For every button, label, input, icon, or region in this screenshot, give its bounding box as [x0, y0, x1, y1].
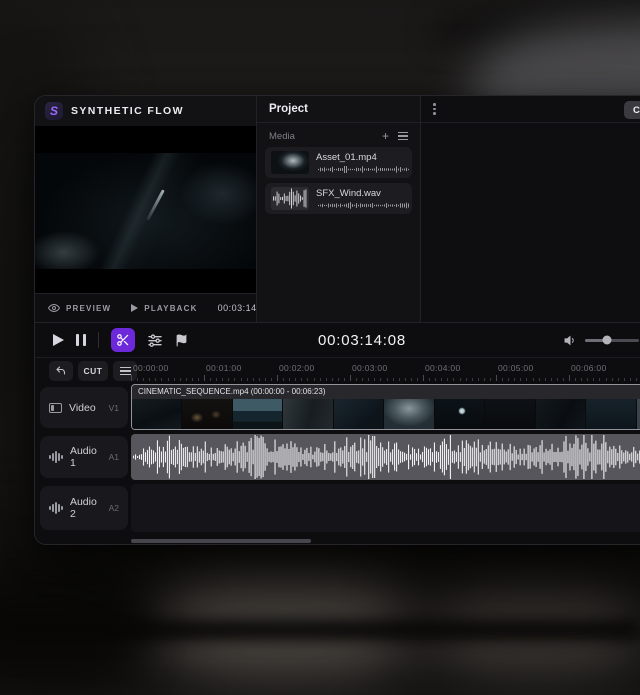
- scissors-icon: [116, 333, 130, 347]
- preview-panel: S SYNTHETIC FLOW PREVIEW: [35, 96, 257, 322]
- speaker-icon[interactable]: [564, 334, 577, 347]
- volume-knob[interactable]: [602, 336, 611, 345]
- project-panel-title: Project: [257, 96, 420, 123]
- preview-label: PREVIEW: [66, 304, 111, 313]
- app-title: SYNTHETIC FLOW: [71, 105, 184, 117]
- media-thumbnail-waveform: [271, 187, 309, 210]
- app-window: S SYNTHETIC FLOW PREVIEW: [34, 95, 640, 545]
- playback-toggle[interactable]: PLAYBACK: [131, 304, 197, 313]
- top-row: S SYNTHETIC FLOW PREVIEW: [35, 96, 640, 323]
- toolbar-divider: [98, 332, 99, 348]
- ruler-tick-label: 00:04:00: [425, 363, 461, 373]
- track-header-audio1[interactable]: Audio 1 A1: [40, 436, 128, 478]
- ruler-tick-label: 00:03:00: [352, 363, 388, 373]
- track-header-video[interactable]: Video V1: [40, 387, 128, 428]
- video-clip-label: CINEMATIC_SEQUENCE.mp4 (00:00:00 - 00:06…: [132, 385, 640, 399]
- ruler-tick-label: 00:05:00: [498, 363, 534, 373]
- media-item-waveform: [316, 201, 412, 210]
- kebab-menu-icon[interactable]: [433, 102, 436, 117]
- list-view-icon[interactable]: [398, 130, 408, 142]
- video-track-icon: [49, 403, 62, 413]
- flag-marker-icon[interactable]: [175, 334, 188, 347]
- pause-button[interactable]: [76, 334, 86, 346]
- undo-button[interactable]: [49, 361, 73, 381]
- video-preview[interactable]: [35, 126, 256, 293]
- audio-track-icon: [49, 502, 63, 514]
- timeline-toolbar: 00:03:14:08: [35, 323, 640, 358]
- media-item-asset01[interactable]: Asset_01.mp4: [265, 147, 412, 178]
- timeline-tracks: Video V1 Audio 1 A1 Audio 2 A2 CINEMATIC…: [35, 384, 640, 544]
- inspector-header: Co: [421, 96, 640, 123]
- preview-toggle[interactable]: PREVIEW: [48, 302, 111, 314]
- video-light-streak: [147, 189, 166, 220]
- add-media-icon[interactable]: +: [382, 131, 389, 141]
- app-logo-icon: S: [45, 102, 63, 120]
- preview-toolbar: PREVIEW PLAYBACK 00:03:14: [35, 293, 256, 322]
- adjust-sliders-icon[interactable]: [147, 332, 163, 348]
- background-floor: [0, 620, 640, 640]
- timeline-section: 00:03:14:08: [35, 323, 640, 544]
- media-item-name: SFX_Wind.wav: [316, 188, 406, 199]
- playback-label: PLAYBACK: [144, 304, 197, 313]
- inspector-panel: Co: [421, 96, 640, 322]
- panel-action-button[interactable]: Co: [624, 101, 640, 119]
- timeline-ruler-row: CUT 00:00:00 00:01:00 00:02:00 00:03:00 …: [35, 358, 640, 384]
- play-button[interactable]: [53, 334, 64, 346]
- media-thumbnail-video: [271, 151, 309, 174]
- audio-clip[interactable]: [131, 434, 640, 480]
- video-frame: [35, 153, 256, 269]
- cut-mode-button[interactable]: CUT: [78, 361, 108, 381]
- volume-slider[interactable]: [585, 339, 639, 342]
- ruler-tick-label: 00:06:00: [571, 363, 607, 373]
- cut-tool-button[interactable]: [111, 328, 135, 352]
- media-item-waveform: [316, 165, 412, 174]
- ruler-tick-label: 00:01:00: [206, 363, 242, 373]
- hamburger-icon: [120, 364, 131, 377]
- eye-icon: [48, 302, 60, 314]
- ruler-tick-label: 00:02:00: [279, 363, 315, 373]
- video-clip[interactable]: CINEMATIC_SEQUENCE.mp4 (00:00:00 - 00:06…: [131, 384, 640, 430]
- empty-audio-lane[interactable]: [131, 484, 640, 532]
- ruler-tick-label: 00:00:00: [133, 363, 169, 373]
- media-item-sfxwind[interactable]: SFX_Wind.wav: [265, 183, 412, 214]
- timeline-ruler[interactable]: 00:00:00 00:01:00 00:02:00 00:03:00 00:0…: [131, 358, 640, 384]
- preview-timecode: 00:03:14: [218, 303, 257, 313]
- horizontal-scrollbar[interactable]: [131, 539, 311, 543]
- media-section-header: Media +: [257, 125, 420, 147]
- media-item-name: Asset_01.mp4: [316, 152, 406, 163]
- volume-control: [564, 334, 640, 347]
- audio-track-icon: [49, 451, 63, 463]
- play-icon: [131, 304, 138, 312]
- ruler-ticks: [131, 375, 640, 381]
- video-clip-thumbnails: [132, 399, 640, 429]
- app-header: S SYNTHETIC FLOW: [35, 96, 256, 126]
- media-label: Media: [269, 131, 295, 142]
- project-panel: Project Media + Asset_01.mp4 SFX_Wind.wa…: [257, 96, 421, 322]
- track-header-audio2[interactable]: Audio 2 A2: [40, 486, 128, 530]
